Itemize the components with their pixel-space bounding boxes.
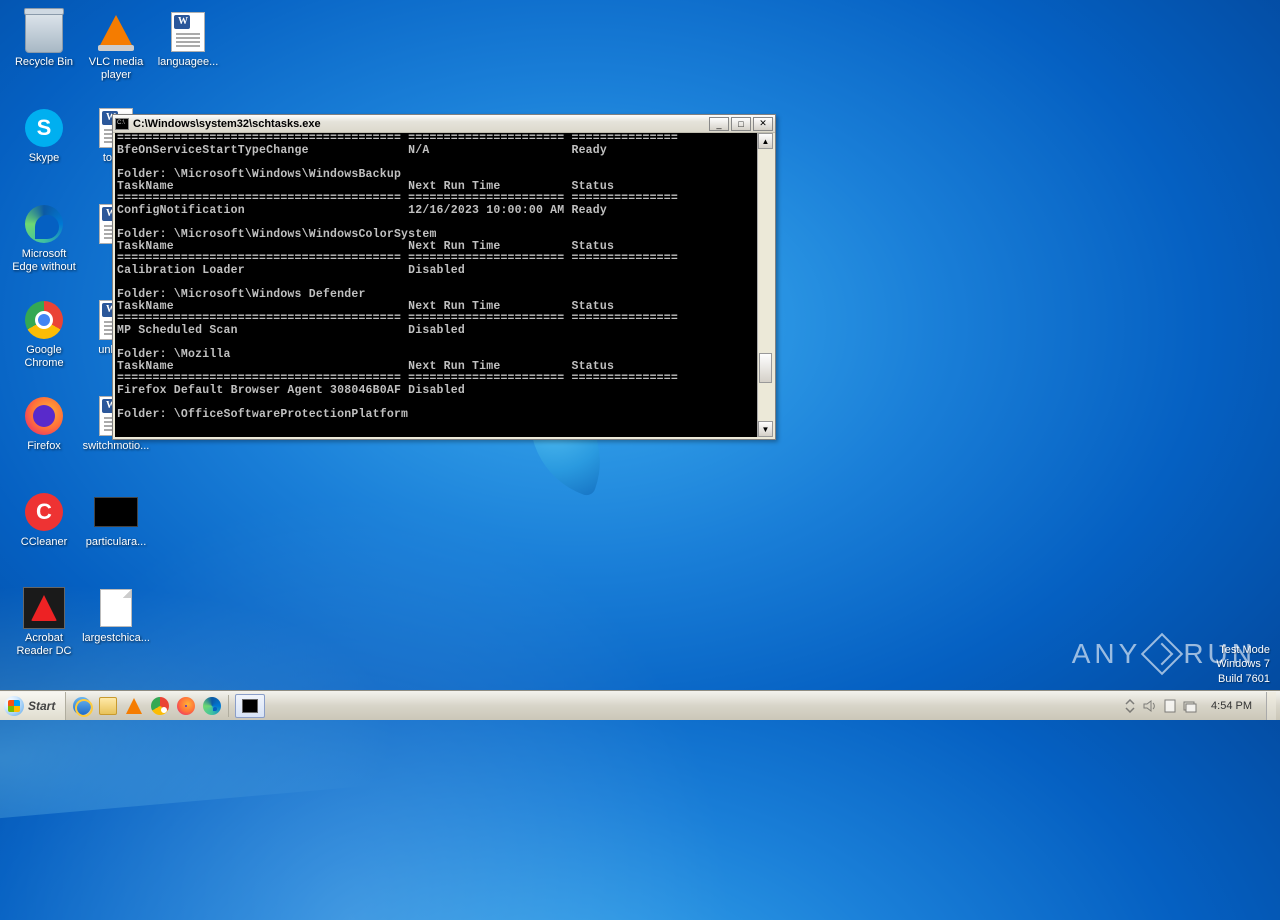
network-icon[interactable] <box>1183 699 1197 713</box>
cmd-taskbar-icon <box>242 699 258 713</box>
vlc-pinned-icon[interactable] <box>122 694 146 718</box>
desktop-icon-largestchica-[interactable]: largestchica... <box>80 584 152 666</box>
desktop-icon-label: particulara... <box>81 536 151 549</box>
os-label: Windows 7 <box>1216 657 1270 671</box>
blackfile-icon <box>94 490 138 534</box>
genericfile-icon <box>94 586 138 630</box>
firefox-pinned-icon[interactable] <box>174 694 198 718</box>
build-label: Build 7601 <box>1216 672 1270 686</box>
desktop-icon-ccleaner[interactable]: CCleaner <box>8 488 80 570</box>
chrome-icon <box>22 298 66 342</box>
maximize-button[interactable]: □ <box>731 117 751 131</box>
taskbar: Start 4:54 PM <box>0 690 1280 720</box>
desktop-icon-label: CCleaner <box>9 536 79 549</box>
taskbar-cmd-window[interactable] <box>235 694 265 718</box>
desktop-icon-label: languagee... <box>153 56 223 69</box>
start-button[interactable]: Start <box>0 692 66 720</box>
desktop-icon-particulara-[interactable]: particulara... <box>80 488 152 570</box>
windows-orb-icon <box>4 696 24 716</box>
desktop-icon-google-chrome[interactable]: Google Chrome <box>8 296 80 378</box>
tray-expand-icon[interactable] <box>1123 699 1137 713</box>
ccleaner-icon <box>22 490 66 534</box>
scroll-down-arrow[interactable]: ▼ <box>758 421 773 437</box>
docx-icon <box>166 10 210 54</box>
taskbar-clock[interactable]: 4:54 PM <box>1205 700 1258 712</box>
action-center-icon[interactable] <box>1163 699 1177 713</box>
desktop-icon-label: largestchica... <box>81 632 151 645</box>
build-watermark: Test Mode Windows 7 Build 7601 <box>1216 643 1270 686</box>
cmd-icon <box>115 118 129 130</box>
show-desktop-button[interactable] <box>1266 692 1276 720</box>
desktop-icon-label: Skype <box>9 152 79 165</box>
skype-icon: S <box>22 106 66 150</box>
desktop-icon-label: Microsoft Edge without <box>9 248 79 274</box>
chrome-pinned-icon[interactable] <box>148 694 172 718</box>
scrollbar-vertical[interactable]: ▲ ▼ <box>757 133 773 437</box>
ie-pinned-icon[interactable] <box>70 694 94 718</box>
desktop-icon-label: Acrobat Reader DC <box>9 632 79 658</box>
play-icon <box>1141 633 1183 675</box>
edge-pinned-icon[interactable] <box>200 694 224 718</box>
desktop-icon-firefox[interactable]: Firefox <box>8 392 80 474</box>
edge-icon <box>22 202 66 246</box>
pinned-apps <box>66 691 269 720</box>
desktop-icon-label: Firefox <box>9 440 79 453</box>
desktop-icon-label: VLC media player <box>81 56 151 82</box>
console-body: ========================================… <box>115 133 773 437</box>
bin-icon <box>22 10 66 54</box>
close-button[interactable]: ✕ <box>753 117 773 131</box>
console-window[interactable]: C:\Windows\system32\schtasks.exe _ □ ✕ =… <box>112 114 776 440</box>
desktop-icon-recycle-bin[interactable]: Recycle Bin <box>8 8 80 90</box>
start-label: Start <box>28 699 55 713</box>
vlc-icon <box>94 10 138 54</box>
window-title: C:\Windows\system32\schtasks.exe <box>133 118 709 130</box>
desktop-icon-languagee-[interactable]: languagee... <box>152 8 224 90</box>
desktop-icon-label: Recycle Bin <box>9 56 79 69</box>
desktop-icon-microsoft-edge-without[interactable]: Microsoft Edge without <box>8 200 80 282</box>
system-tray: 4:54 PM <box>1119 691 1280 720</box>
watermark-text-left: ANY <box>1072 638 1142 670</box>
desktop-icon-vlc-media-player[interactable]: VLC media player <box>80 8 152 90</box>
explorer-pinned-icon[interactable] <box>96 694 120 718</box>
acrobat-icon <box>22 586 66 630</box>
minimize-button[interactable]: _ <box>709 117 729 131</box>
scroll-thumb[interactable] <box>759 353 772 383</box>
console-output: ========================================… <box>115 133 757 437</box>
volume-icon[interactable] <box>1143 699 1157 713</box>
test-mode-label: Test Mode <box>1216 643 1270 657</box>
firefox-icon <box>22 394 66 438</box>
window-titlebar[interactable]: C:\Windows\system32\schtasks.exe _ □ ✕ <box>113 115 775 133</box>
desktop-icon-label: Google Chrome <box>9 344 79 370</box>
desktop-icon-label: switchmotio... <box>81 440 151 453</box>
desktop-icon-acrobat-reader-dc[interactable]: Acrobat Reader DC <box>8 584 80 666</box>
desktop-icon-skype[interactable]: S Skype <box>8 104 80 186</box>
scroll-up-arrow[interactable]: ▲ <box>758 133 773 149</box>
